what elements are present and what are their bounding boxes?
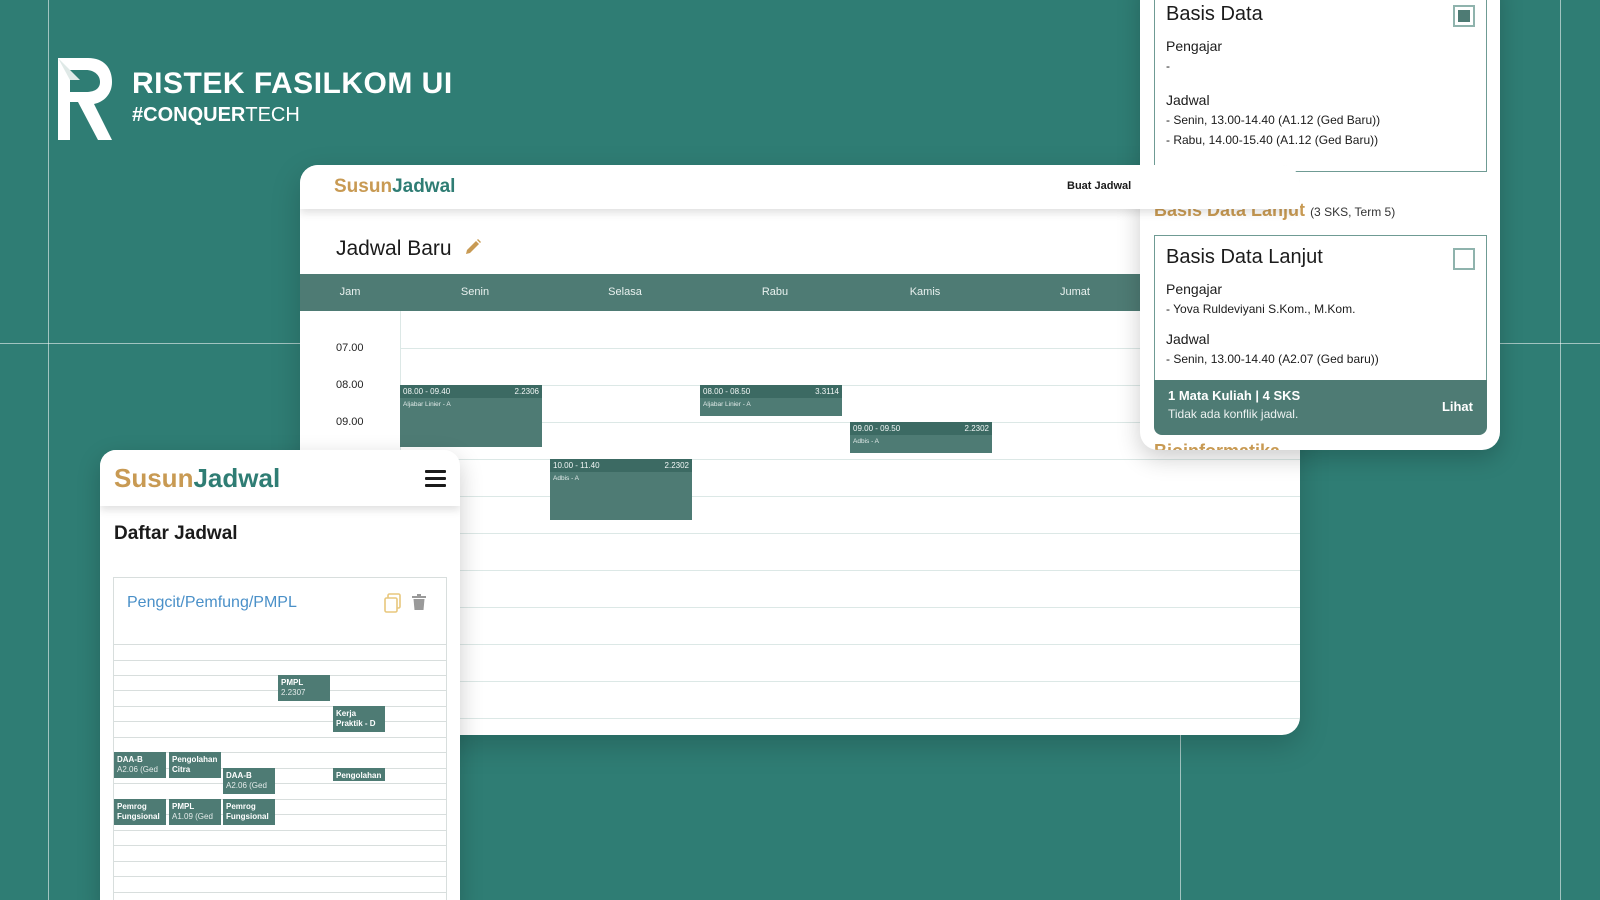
mobile-window: SusunJadwal Daftar Jadwal Pengcit/Pemfun… <box>100 450 460 900</box>
grid-line <box>400 607 1300 608</box>
grid-line <box>400 570 1300 571</box>
col-selasa: Selasa <box>608 286 642 298</box>
grid-line <box>114 861 446 862</box>
grid-line <box>114 660 446 661</box>
mobile-event[interactable]: Pengolahan <box>333 768 385 781</box>
pengajar-value: - Yova Ruldeviyani S.Kom., M.Kom. <box>1166 302 1356 316</box>
copy-icon[interactable] <box>384 593 402 618</box>
grid-line <box>114 737 446 738</box>
schedule-title: Jadwal Baru <box>336 237 452 260</box>
col-jumat: Jumat <box>1060 286 1090 298</box>
lihat-button[interactable]: Lihat <box>1442 399 1473 414</box>
mobile-event[interactable]: DAA-B A2.06 (Ged <box>114 752 166 778</box>
guide-line <box>48 0 49 900</box>
guide-line <box>1560 0 1561 900</box>
class-checkbox[interactable] <box>1453 248 1475 270</box>
mobile-event[interactable]: Pemrog Fungsional <box>114 799 166 825</box>
brand-tagline: #CONQUERTECH <box>132 104 300 126</box>
class-title: Basis Data <box>1166 3 1263 25</box>
pengajar-label: Pengajar <box>1166 38 1223 54</box>
course-selection-panel: Basis Data Pengajar - Jadwal - Senin, 13… <box>1140 0 1500 450</box>
grid-line <box>114 892 446 893</box>
grid-line <box>114 845 446 846</box>
course-class-card[interactable]: Basis Data Lanjut Pengajar - Yova Ruldev… <box>1154 235 1487 395</box>
mobile-event[interactable]: Kerja Praktik - D <box>333 706 385 732</box>
grid-line <box>114 830 446 831</box>
grid-line <box>114 706 446 707</box>
course-class-card[interactable]: Basis Data Pengajar - Jadwal - Senin, 13… <box>1154 0 1487 172</box>
grid-line <box>114 876 446 877</box>
schedule-title-row: Jadwal Baru <box>336 237 482 261</box>
summary-count: 1 Mata Kuliah | 4 SKS <box>1168 388 1301 403</box>
grid-line <box>114 721 446 722</box>
app-logo[interactable]: SusunJadwal <box>114 463 280 494</box>
jadwal-label: Jadwal <box>1166 331 1210 347</box>
mobile-event[interactable]: PMPL 2.2307 <box>278 675 330 701</box>
schedule-event[interactable]: 10.00 - 11.40 2.2302 Adbis - A <box>550 459 692 520</box>
jadwal-label: Jadwal <box>1166 92 1210 108</box>
mobile-event[interactable]: Pemrog Fungsional <box>223 799 275 825</box>
schedule-card[interactable]: Pengcit/Pemfung/PMPL PMPL 2.2307 Kerja Pr… <box>113 577 447 900</box>
class-title: Basis Data Lanjut <box>1166 246 1323 268</box>
col-rabu: Rabu <box>761 286 789 298</box>
hamburger-menu-icon[interactable] <box>425 470 446 491</box>
edit-pencil-icon[interactable] <box>464 238 482 261</box>
brand-title: RISTEK FASILKOM UI <box>132 67 453 100</box>
schedule-event[interactable]: 09.00 - 09.50 2.2302 Adbis - A <box>850 422 992 453</box>
col-senin: Senin <box>460 286 490 298</box>
col-kamis: Kamis <box>909 286 941 298</box>
grid-line <box>400 644 1300 645</box>
mobile-event[interactable]: DAA-B A2.06 (Ged <box>223 768 275 794</box>
page-title: Daftar Jadwal <box>114 523 238 544</box>
desktop-navbar: SusunJadwal Buat Jadwal <box>300 165 1300 209</box>
time-label: 09.00 <box>336 416 364 428</box>
trash-icon[interactable] <box>412 594 426 615</box>
summary-status: Tidak ada konflik jadwal. <box>1168 407 1299 421</box>
grid-line <box>400 496 1300 497</box>
app-logo[interactable]: SusunJadwal <box>334 176 455 198</box>
ristek-logo-icon <box>58 58 112 140</box>
schedule-event[interactable]: 08.00 - 09.40 2.2306 Aljabar Linier - A <box>400 385 542 447</box>
jadwal-value: - Senin, 13.00-14.40 (A2.07 (Ged baru)) <box>1166 352 1379 366</box>
schedule-event[interactable]: 08.00 - 08.50 3.3114 Aljabar Linier - A <box>700 385 842 416</box>
time-label: 08.00 <box>336 379 364 391</box>
grid-line <box>400 681 1300 682</box>
schedule-card-title[interactable]: Pengcit/Pemfung/PMPL <box>127 594 297 612</box>
pengajar-label: Pengajar <box>1166 281 1223 297</box>
next-course-heading: Bioinformatika <box>1154 441 1280 450</box>
selection-summary-bar: 1 Mata Kuliah | 4 SKS Tidak ada konflik … <box>1154 380 1487 435</box>
jadwal-value: - Senin, 13.00-14.40 (A1.12 (Ged Baru)) … <box>1166 113 1381 147</box>
brand-block: RISTEK FASILKOM UI #CONQUERTECH <box>58 58 453 140</box>
grid-line <box>114 644 446 645</box>
grid-line <box>114 783 446 784</box>
mobile-event[interactable]: PMPL A1.09 (Ged <box>169 799 221 825</box>
nav-buat-jadwal[interactable]: Buat Jadwal <box>1067 180 1131 192</box>
grid-line <box>400 459 1300 460</box>
mobile-event[interactable]: Pengolahan Citra <box>169 752 221 778</box>
grid-line <box>400 533 1300 534</box>
col-jam: Jam <box>339 286 361 298</box>
grid-line <box>400 718 1300 719</box>
time-label: 07.00 <box>336 342 364 354</box>
pengajar-value: - <box>1166 59 1170 73</box>
class-checkbox[interactable] <box>1453 5 1475 27</box>
mobile-navbar: SusunJadwal <box>100 450 460 506</box>
